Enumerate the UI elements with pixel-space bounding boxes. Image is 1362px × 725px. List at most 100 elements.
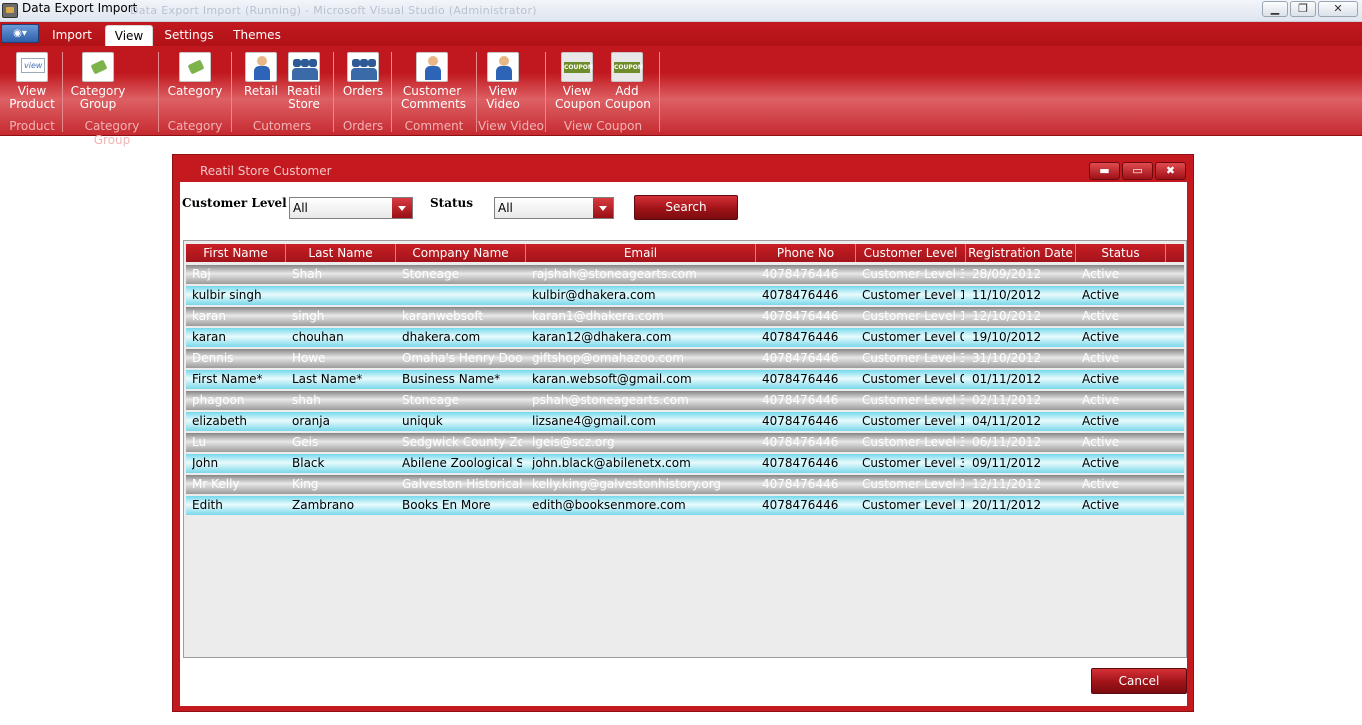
retail-button[interactable]: Retail [240,52,282,98]
cell-phone-no: 4078476446 [762,435,839,449]
cell-customer-level: Customer Level 0 [862,330,964,344]
chevron-down-icon[interactable] [392,198,412,218]
button-label: Product [9,97,55,111]
cell-company-name: Business Name* [402,372,501,386]
cell-last-name: Shah [292,267,323,281]
cell-email: lgeis@scz.org [532,435,615,449]
cell-customer-level: Customer Level 1 [862,309,964,323]
column-header-company-name[interactable]: Company Name [396,244,526,262]
minimize-button[interactable]: ▁ [1262,1,1288,17]
cell-phone-no: 4078476446 [762,393,839,407]
cell-customer-level: Customer Level 3 [862,456,964,470]
column-header-email[interactable]: Email [526,244,756,262]
button-label: Category [167,84,223,98]
tab-import[interactable]: Import [44,25,100,46]
cell-phone-no: 4078476446 [762,330,839,344]
add-coupon-button[interactable]: Add Coupon [605,52,651,111]
cell-email: kulbir@dhakera.com [532,288,656,302]
group-divider [333,52,334,132]
cell-last-name: chouhan [292,330,344,344]
category-button[interactable]: Category [167,52,223,98]
cell-customer-level: Customer Level 3 [862,351,964,365]
table-row[interactable]: kulbir singh kulbir@dhakera.com 4078476446… [186,286,1184,305]
cell-registration-date: 28/09/2012 [972,267,1042,281]
search-button[interactable]: Search [634,195,738,220]
cell-registration-date: 06/11/2012 [972,435,1042,449]
column-header-customer-level[interactable]: Customer Level [856,244,966,262]
dialog-close-button[interactable]: ✖ [1155,162,1186,180]
view-product-button[interactable]: View Product [6,52,58,111]
tab-themes[interactable]: Themes [228,25,286,46]
cell-customer-level: Customer Level 0 [862,372,964,386]
table-row[interactable]: Mr Kelly King Galveston Historical Fc kelly… [186,475,1184,494]
customer-grid[interactable]: First Name Last Name Company Name Email … [183,240,1187,658]
cell-registration-date: 09/11/2012 [972,456,1042,470]
cell-last-name: shah [292,393,321,407]
maximize-button[interactable]: ❐ [1290,1,1316,17]
cell-status: Active [1082,351,1120,365]
customer-level-select[interactable]: All [289,197,413,219]
group-label-orders: Orders [342,119,384,133]
app-icon[interactable] [2,3,18,18]
table-row[interactable]: phagoon shah Stoneage pshah@stoneagearts.co… [186,391,1184,410]
cell-company-name: uniquk [402,414,443,428]
column-header-registration-date[interactable]: Registration Date [966,244,1076,262]
tab-settings[interactable]: Settings [160,25,218,46]
table-row[interactable]: Edith Zambrano Books En More edith@booksenm… [186,496,1184,515]
button-label: Coupon [555,97,601,111]
cell-email: karan12@dhakera.com [532,330,672,344]
cell-status: Active [1082,393,1120,407]
group-label-product: Product [9,119,55,133]
close-button[interactable]: ✕ [1318,1,1358,17]
view-video-button[interactable]: View Video [483,52,523,111]
column-header-phone-no[interactable]: Phone No [756,244,856,262]
column-header-last-name[interactable]: Last Name [286,244,396,262]
table-row[interactable]: karan chouhan dhakera.com karan12@dhakera.c… [186,328,1184,347]
table-row[interactable]: elizabeth oranja uniquk lizsane4@gmail.com 4… [186,412,1184,431]
cell-last-name: singh [292,309,325,323]
group-label-view-coupon: View Coupon [563,119,643,133]
category-group-button[interactable]: Category Group [68,52,128,111]
cell-registration-date: 01/11/2012 [972,372,1042,386]
window-titlebar: Data Export Import Data Export Import (R… [0,0,1362,22]
group-label-customers: Cutomers [252,119,312,133]
chevron-down-icon[interactable] [593,198,613,218]
table-row[interactable]: Raj Shah Stoneage rajshah@stoneagearts.com 4… [186,265,1184,284]
cell-email: john.black@abilenetx.com [532,456,691,470]
column-header-status[interactable]: Status [1076,244,1166,262]
dialog-maximize-button[interactable]: ▭ [1122,162,1153,180]
cell-email: karan1@dhakera.com [532,309,664,323]
window-title: Data Export Import [22,1,138,15]
table-row[interactable]: First Name* Last Name* Business Name* karan… [186,370,1184,389]
retail-store-button[interactable]: Reatil Store [284,52,324,111]
button-label: Video [486,97,520,111]
status-select[interactable]: All [494,197,614,219]
cell-first-name: Lu [192,435,207,449]
cell-status: Active [1082,330,1120,344]
view-coupon-button[interactable]: View Coupon [555,52,601,111]
application-menu-button[interactable]: ◉▾ [1,24,39,43]
table-row[interactable]: karan singh karanwebsoft karan1@dhakera.com… [186,307,1184,326]
column-header-first-name[interactable]: First Name [186,244,286,262]
orders-button[interactable]: Orders [342,52,384,98]
table-row[interactable]: Lu Geis Sedgwick County Zoo lgeis@scz.org 40… [186,433,1184,452]
tab-view[interactable]: View [105,25,153,46]
cell-company-name: Books En More [402,498,491,512]
cell-status: Active [1082,288,1120,302]
table-row[interactable]: John Black Abilene Zoological Soc john.blac… [186,454,1184,473]
cell-email: rajshah@stoneagearts.com [532,267,697,281]
cell-phone-no: 4078476446 [762,372,839,386]
dialog-minimize-button[interactable]: ▬ [1089,162,1120,180]
customer-comments-icon [416,52,448,82]
button-label: Store [288,97,320,111]
cell-registration-date: 12/11/2012 [972,477,1042,491]
cancel-button[interactable]: Cancel [1091,668,1187,694]
cell-first-name: kulbir singh [192,288,262,302]
group-divider [545,52,546,132]
retail-store-icon [288,52,320,82]
group-divider [476,52,477,132]
retail-customer-icon [245,52,277,82]
customer-comments-button[interactable]: Customer Comments [401,52,467,111]
table-row[interactable]: Dennis Howe Omaha's Henry Doorly giftshop@o… [186,349,1184,368]
button-label: Comments [401,97,467,111]
